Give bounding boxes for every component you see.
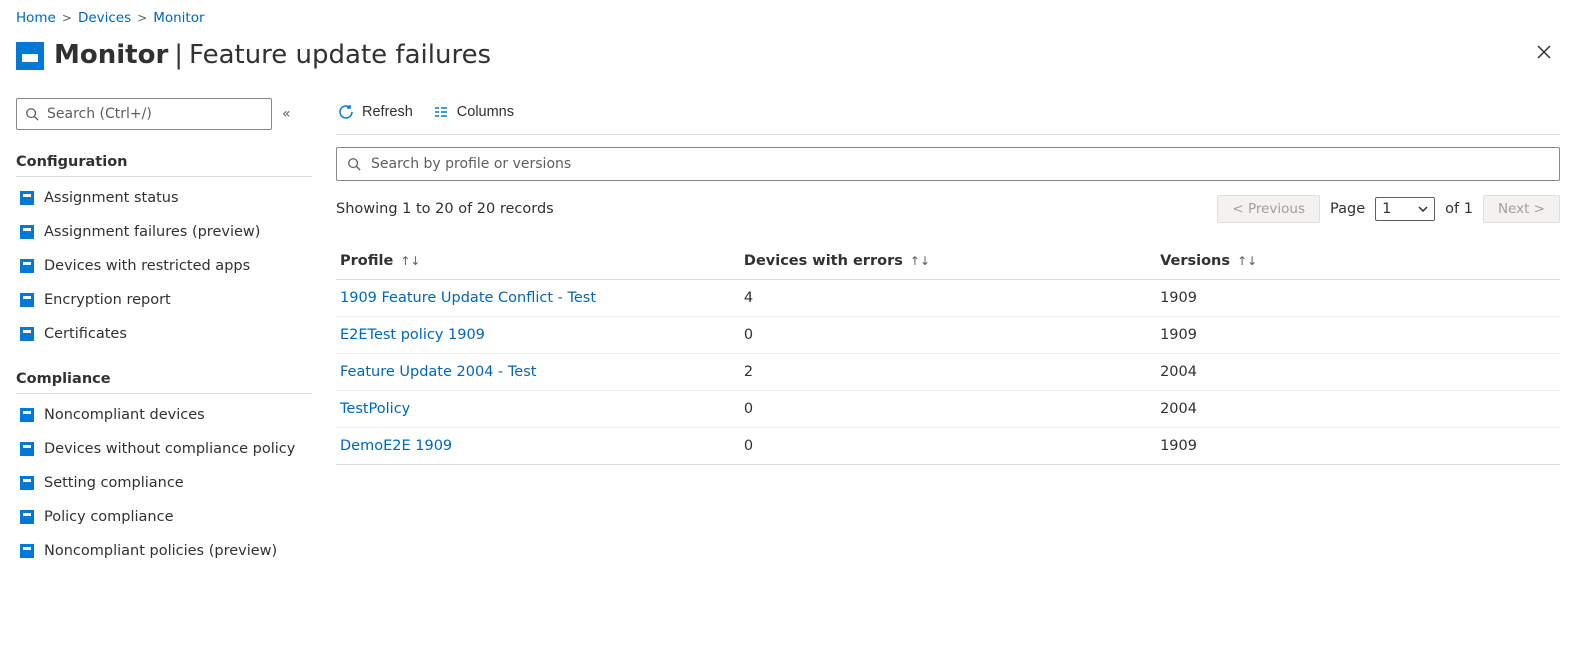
sidebar-item-label: Assignment failures (preview) bbox=[44, 224, 260, 240]
chevron-down-icon bbox=[1418, 206, 1428, 212]
chevron-right-icon: > bbox=[62, 11, 72, 25]
sidebar-item-label: Noncompliant policies (preview) bbox=[44, 543, 277, 559]
sidebar-search[interactable] bbox=[16, 98, 272, 130]
item-icon bbox=[20, 225, 34, 239]
sidebar-group-compliance: Compliance bbox=[16, 365, 312, 394]
pager-prev-button[interactable]: < Previous bbox=[1217, 195, 1320, 223]
breadcrumb-devices[interactable]: Devices bbox=[78, 10, 131, 26]
main-search[interactable] bbox=[336, 147, 1560, 181]
page-title: Monitor | Feature update failures bbox=[54, 40, 491, 70]
sort-icon: ↑↓ bbox=[910, 254, 930, 268]
toolbar: Refresh Columns bbox=[336, 98, 1560, 135]
versions-cell: 1909 bbox=[1156, 280, 1560, 317]
item-icon bbox=[20, 259, 34, 273]
sidebar: « Configuration Assignment status Assign… bbox=[16, 98, 316, 568]
pager-page-select[interactable]: 1 bbox=[1375, 197, 1435, 221]
search-icon bbox=[25, 107, 39, 121]
versions-cell: 2004 bbox=[1156, 391, 1560, 428]
pager-of-label: of 1 bbox=[1445, 201, 1473, 217]
profile-link[interactable]: Feature Update 2004 - Test bbox=[340, 364, 536, 380]
pager-page-label: Page bbox=[1330, 201, 1365, 217]
search-icon bbox=[347, 157, 361, 171]
profile-link[interactable]: TestPolicy bbox=[340, 401, 410, 417]
item-icon bbox=[20, 442, 34, 456]
table-row: E2ETest policy 1909 01909 bbox=[336, 317, 1560, 354]
sidebar-search-input[interactable] bbox=[47, 106, 263, 122]
table-row: Feature Update 2004 - Test 22004 bbox=[336, 354, 1560, 391]
sidebar-item-noncompliant-devices[interactable]: Noncompliant devices bbox=[16, 398, 312, 432]
sidebar-item-encryption-report[interactable]: Encryption report bbox=[16, 283, 312, 317]
pager: < Previous Page 1 of 1 Next > bbox=[1217, 195, 1560, 223]
profile-link[interactable]: E2ETest policy 1909 bbox=[340, 327, 485, 343]
column-header-devices-with-errors[interactable]: Devices with errors ↑↓ bbox=[740, 243, 1156, 280]
chevron-right-icon: > bbox=[137, 11, 147, 25]
item-icon bbox=[20, 293, 34, 307]
sidebar-item-label: Setting compliance bbox=[44, 475, 184, 491]
sidebar-item-setting-compliance[interactable]: Setting compliance bbox=[16, 466, 312, 500]
sidebar-item-label: Encryption report bbox=[44, 292, 171, 308]
item-icon bbox=[20, 510, 34, 524]
main-search-input[interactable] bbox=[371, 156, 1549, 172]
sidebar-item-label: Certificates bbox=[44, 326, 127, 342]
item-icon bbox=[20, 476, 34, 490]
sort-icon: ↑↓ bbox=[400, 254, 420, 268]
sidebar-item-certificates[interactable]: Certificates bbox=[16, 317, 312, 351]
record-count-status: Showing 1 to 20 of 20 records bbox=[336, 201, 554, 217]
sidebar-item-noncompliant-policies[interactable]: Noncompliant policies (preview) bbox=[16, 534, 312, 568]
sidebar-collapse-button[interactable]: « bbox=[282, 106, 291, 122]
refresh-icon bbox=[338, 104, 354, 120]
item-icon bbox=[20, 544, 34, 558]
sidebar-item-label: Devices with restricted apps bbox=[44, 258, 250, 274]
versions-cell: 2004 bbox=[1156, 354, 1560, 391]
refresh-button[interactable]: Refresh bbox=[336, 100, 415, 124]
sidebar-item-policy-compliance[interactable]: Policy compliance bbox=[16, 500, 312, 534]
breadcrumb-monitor[interactable]: Monitor bbox=[153, 10, 204, 26]
sidebar-item-restricted-apps[interactable]: Devices with restricted apps bbox=[16, 249, 312, 283]
versions-cell: 1909 bbox=[1156, 317, 1560, 354]
close-button[interactable] bbox=[1532, 40, 1556, 68]
devices-with-errors-cell: 4 bbox=[740, 280, 1156, 317]
close-icon bbox=[1536, 44, 1552, 60]
main-content: Refresh Columns Showing 1 to 20 of 20 re… bbox=[316, 98, 1560, 568]
table-row: DemoE2E 1909 01909 bbox=[336, 428, 1560, 465]
devices-with-errors-cell: 0 bbox=[740, 428, 1156, 465]
item-icon bbox=[20, 408, 34, 422]
sidebar-item-assignment-failures[interactable]: Assignment failures (preview) bbox=[16, 215, 312, 249]
table-row: TestPolicy 02004 bbox=[336, 391, 1560, 428]
sidebar-item-label: Policy compliance bbox=[44, 509, 174, 525]
refresh-label: Refresh bbox=[362, 104, 413, 120]
column-header-versions[interactable]: Versions ↑↓ bbox=[1156, 243, 1560, 280]
results-table: Profile ↑↓ Devices with errors ↑↓ Versio… bbox=[336, 243, 1560, 465]
columns-label: Columns bbox=[457, 104, 514, 120]
sidebar-item-label: Assignment status bbox=[44, 190, 179, 206]
sidebar-item-devices-without-policy[interactable]: Devices without compliance policy bbox=[16, 432, 312, 466]
table-row: 1909 Feature Update Conflict - Test 41909 bbox=[336, 280, 1560, 317]
sidebar-item-label: Devices without compliance policy bbox=[44, 441, 295, 457]
versions-cell: 1909 bbox=[1156, 428, 1560, 465]
sort-icon: ↑↓ bbox=[1237, 254, 1257, 268]
column-header-profile[interactable]: Profile ↑↓ bbox=[336, 243, 740, 280]
item-icon bbox=[20, 327, 34, 341]
profile-link[interactable]: 1909 Feature Update Conflict - Test bbox=[340, 290, 596, 306]
pager-next-button[interactable]: Next > bbox=[1483, 195, 1560, 223]
monitor-blade-icon bbox=[16, 42, 44, 70]
devices-with-errors-cell: 0 bbox=[740, 317, 1156, 354]
columns-button[interactable]: Columns bbox=[431, 100, 516, 124]
breadcrumb-home[interactable]: Home bbox=[16, 10, 56, 26]
devices-with-errors-cell: 0 bbox=[740, 391, 1156, 428]
sidebar-item-label: Noncompliant devices bbox=[44, 407, 205, 423]
profile-link[interactable]: DemoE2E 1909 bbox=[340, 438, 452, 454]
pager-current-page: 1 bbox=[1382, 201, 1391, 217]
sidebar-item-assignment-status[interactable]: Assignment status bbox=[16, 181, 312, 215]
item-icon bbox=[20, 191, 34, 205]
devices-with-errors-cell: 2 bbox=[740, 354, 1156, 391]
breadcrumb: Home > Devices > Monitor bbox=[16, 10, 1560, 26]
sidebar-group-configuration: Configuration bbox=[16, 148, 312, 177]
columns-icon bbox=[433, 104, 449, 120]
